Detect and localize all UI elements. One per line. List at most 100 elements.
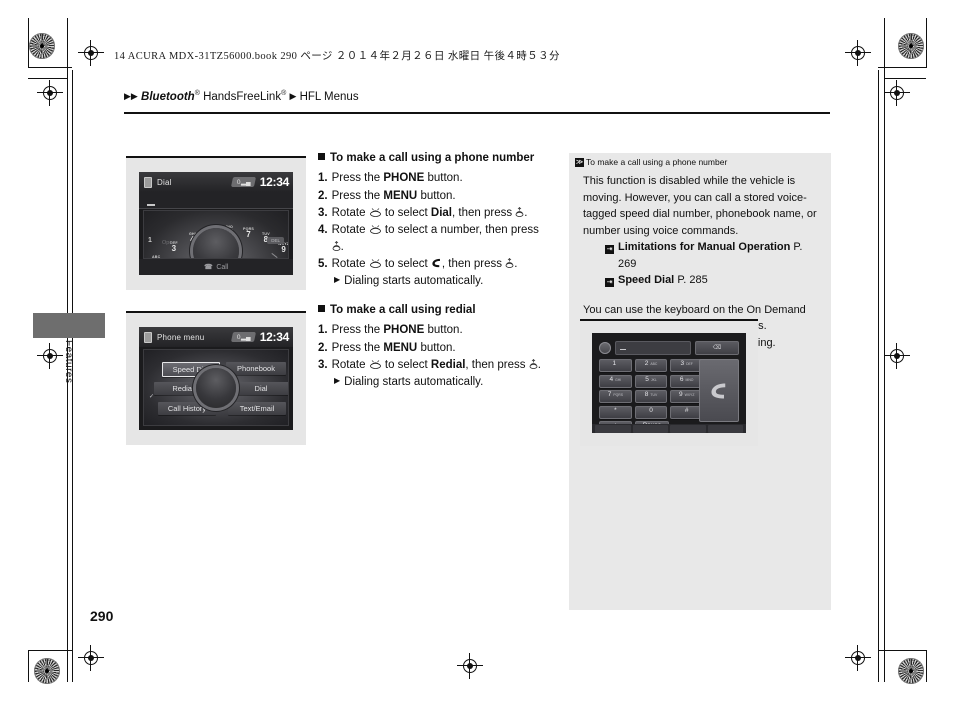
dial-delete-button[interactable]: DEL bbox=[267, 237, 284, 244]
key-number: 5 bbox=[645, 375, 649, 383]
keypad-call-button[interactable] bbox=[699, 359, 739, 422]
crop-line-top-right bbox=[878, 67, 926, 69]
keypad-key-1[interactable]: 1 bbox=[599, 359, 632, 372]
breadcrumb-handsfreelink: HandsFreeLink bbox=[203, 90, 282, 103]
keypad-key-4[interactable]: 4 GHI bbox=[599, 374, 632, 388]
phone-menu-item-text-email[interactable]: Text/Email bbox=[228, 402, 286, 415]
keypad-bottom-slot[interactable] bbox=[670, 425, 706, 433]
cross-ref-icon: ⇥ bbox=[605, 245, 614, 254]
step-text: Press the MENU button. bbox=[332, 340, 456, 356]
step-item: 5. Rotate to select , then press . bbox=[318, 256, 564, 272]
side-tab-label: Features bbox=[63, 340, 74, 384]
signal-value: 0 bbox=[236, 334, 241, 341]
dial-arc-number-3: 3 bbox=[171, 244, 177, 253]
step-number: 1. bbox=[318, 324, 328, 337]
dial-call-bar[interactable]: ☎ Call bbox=[139, 259, 293, 275]
head-unit-dial-screen: Dial 0▂▄ 12:34 ABC 2 DEF 3 G bbox=[139, 172, 293, 275]
crop-line-top-left-v bbox=[28, 18, 30, 68]
keypad-key-0[interactable]: 0 bbox=[634, 405, 668, 419]
step-number: 5. bbox=[318, 257, 328, 270]
step4-text: to select a number, then press bbox=[384, 224, 539, 237]
phone-menu-status-right: 0▂▄ 12:34 bbox=[230, 330, 293, 344]
keypad-key-2[interactable]: 2 ABC bbox=[634, 359, 668, 372]
phone-menu-item-dial[interactable]: Dial bbox=[232, 382, 288, 395]
dial-number-input[interactable] bbox=[139, 192, 293, 209]
keypad-bottom-slot[interactable] bbox=[707, 425, 743, 433]
phone-menu-body: Speed Dial Phonebook Redial Dial Call Hi… bbox=[143, 349, 289, 426]
registration-mark-left-middle bbox=[37, 343, 63, 369]
dial-arc-key-7[interactable]: PQRS 7 bbox=[243, 227, 254, 239]
section-heading-text: To make a call using a phone number bbox=[330, 152, 535, 164]
enter-knob-icon bbox=[529, 358, 538, 369]
step-post: button. bbox=[417, 189, 456, 202]
signal-bars-icon: ▂▄ bbox=[240, 334, 250, 341]
key-number: 1 bbox=[612, 360, 617, 367]
step-pre: Press the bbox=[331, 189, 384, 202]
key-number: 2 bbox=[644, 360, 649, 367]
dial-caret bbox=[147, 204, 155, 206]
step-post: button. bbox=[424, 324, 463, 337]
keypad-delete-button[interactable]: ⌫ bbox=[695, 340, 739, 355]
instructions-phone-number: To make a call using a phone number 1. P… bbox=[318, 150, 564, 290]
subnote-text: Dialing starts automatically. bbox=[344, 275, 484, 288]
rosette-mark-top-left bbox=[29, 33, 55, 59]
key-letters: DEF bbox=[686, 362, 693, 366]
step-pre: Press the bbox=[331, 341, 384, 354]
breadcrumb-hfl-menus: HFL Menus bbox=[299, 90, 359, 103]
crop-line-right-trim bbox=[878, 70, 880, 682]
dial-arc-number-9: 9 bbox=[281, 245, 286, 254]
crop-line-bottom-left bbox=[28, 650, 72, 652]
head-unit-phone-menu-screen: Phone menu 0▂▄ 12:34 Speed Dial Phoneboo… bbox=[139, 327, 293, 430]
step3-connector: to select bbox=[384, 206, 428, 219]
key-letters: WXYZ bbox=[684, 393, 695, 397]
enter-knob-icon bbox=[515, 206, 524, 217]
phone-menu-item-phonebook[interactable]: Phonebook bbox=[226, 362, 286, 375]
subnote-arrow-icon: ▶ bbox=[334, 376, 341, 386]
keypad-row: 4 GHI 5 JKL 6 MNO bbox=[599, 374, 704, 388]
step-bold: PHONE bbox=[383, 172, 425, 185]
phone-menu-check-icon: ✓ bbox=[149, 394, 155, 400]
registration-mark-left-upper bbox=[37, 80, 63, 106]
crop-line-bottom-right bbox=[878, 650, 926, 652]
phone-icon bbox=[144, 176, 152, 188]
rotary-wheel-icon bbox=[369, 259, 381, 268]
step-text: Rotate to select Redial, then press . bbox=[331, 358, 541, 371]
cross-reference-speed-dial[interactable]: ⇥ Speed Dial P. 285 bbox=[605, 272, 823, 289]
dial-wheel-area[interactable]: ABC 2 DEF 3 GHI 4 JKL 5 MNO 6 bbox=[143, 210, 289, 259]
cross-ref-icon: ⇥ bbox=[605, 278, 614, 287]
step-text: Rotate to select , then press . bbox=[331, 257, 518, 270]
keypad-bottom-slot[interactable] bbox=[595, 425, 631, 433]
side-note-panel: ≫ To make a call using a phone number Th… bbox=[569, 153, 831, 610]
breadcrumb-reg-1: ® bbox=[194, 90, 200, 97]
note-title-row: ≫ To make a call using a phone number bbox=[575, 157, 825, 167]
keypad-bottom-slot[interactable] bbox=[632, 425, 668, 433]
keypad-number-field[interactable] bbox=[615, 340, 691, 355]
step5-text: to select bbox=[384, 257, 428, 270]
step-item: 4. Rotate to select a number, then press… bbox=[318, 222, 564, 255]
step-item: 3. Rotate to select Dial, then press . bbox=[318, 205, 564, 221]
phone-menu-rotary-knob[interactable] bbox=[196, 367, 236, 408]
signal-value: 0 bbox=[236, 179, 241, 186]
keypad-grid: 1 2 ABC 3 DEF 4 GHI 5 JKL 6 MNO 7 PQRS 8 TUV 9W… bbox=[599, 359, 704, 433]
step-number: 1. bbox=[318, 172, 328, 185]
rotary-wheel-icon bbox=[369, 360, 381, 369]
rosette-mark-top-right bbox=[898, 33, 924, 59]
key-letters: ABC bbox=[650, 362, 658, 366]
step-subnote: ▶ Dialing starts automatically. bbox=[334, 273, 564, 289]
registration-mark-right-lower bbox=[845, 645, 871, 671]
globe-icon[interactable] bbox=[599, 341, 611, 354]
cross-reference-limitations[interactable]: ⇥ Limitations for Manual Operation P. 26… bbox=[605, 239, 823, 272]
step-pre: Press the bbox=[331, 324, 384, 337]
key-number: 8 bbox=[644, 391, 649, 398]
note-paragraph-1: This function is disabled while the vehi… bbox=[583, 175, 817, 237]
keypad-key-7[interactable]: 7 PQRS bbox=[599, 390, 632, 403]
key-letters: TUV bbox=[650, 393, 658, 397]
dial-arc-key-1[interactable]: 1 bbox=[148, 237, 152, 244]
step-number: 2. bbox=[318, 341, 328, 354]
side-tab-block bbox=[33, 313, 105, 338]
keypad-key-5[interactable]: 5 JKL bbox=[634, 374, 668, 388]
keypad-key-star[interactable]: * bbox=[599, 405, 632, 419]
keypad-key-8[interactable]: 8 TUV bbox=[634, 390, 668, 403]
registration-mark-left-lower bbox=[78, 645, 104, 671]
keypad-bottom-bar bbox=[592, 424, 746, 433]
